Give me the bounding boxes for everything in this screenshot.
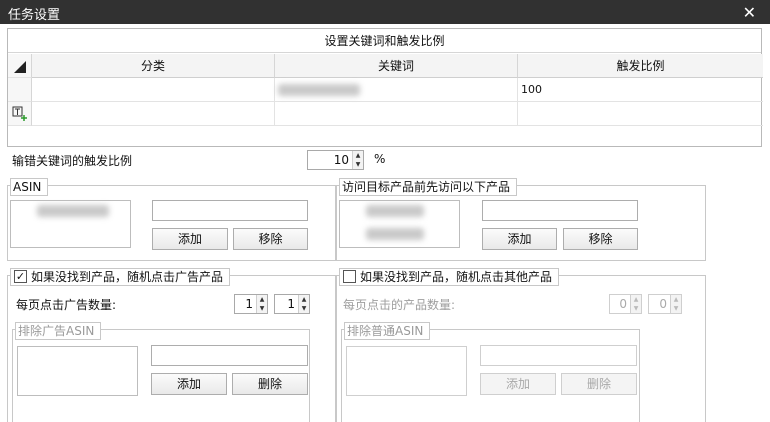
other-count-min-value[interactable]: 0 (610, 295, 630, 313)
exclude-normal-asin-list[interactable] (346, 346, 467, 396)
column-header-ratio[interactable]: 触发比例 (518, 54, 763, 78)
typo-ratio-unit: % (374, 152, 386, 166)
other-click-checkbox-label[interactable]: 如果没找到产品，随机点击其他产品 (360, 270, 552, 284)
spin-down-icon[interactable]: ▼ (353, 160, 363, 169)
other-click-checkbox[interactable] (343, 270, 356, 283)
new-cell-keyword[interactable] (275, 102, 518, 126)
grid-corner[interactable] (8, 54, 32, 78)
asin-group: ASIN 添加 移除 (7, 178, 336, 261)
other-count-max-stepper[interactable]: 0 ▲ ▼ (648, 294, 682, 314)
other-count-min-stepper[interactable]: 0 ▲ ▼ (609, 294, 642, 314)
asin-add-button[interactable]: 添加 (152, 228, 228, 250)
exclude-ad-add-button[interactable]: 添加 (151, 373, 227, 395)
asin-group-legend: ASIN (10, 178, 49, 196)
exclude-ad-asin-input[interactable] (151, 345, 308, 366)
visit-first-legend: 访问目标产品前先访问以下产品 (339, 178, 518, 196)
ad-count-max-value[interactable]: 1 (275, 295, 298, 313)
grid-caption: 设置关键词和触发比例 (8, 29, 761, 53)
exclude-ad-asin-list[interactable] (17, 346, 138, 396)
exclude-normal-asin-input[interactable] (480, 345, 637, 366)
cell-category[interactable] (32, 78, 275, 102)
ad-count-min-value[interactable]: 1 (235, 295, 256, 313)
exclude-ad-delete-button[interactable]: 删除 (232, 373, 308, 395)
exclude-normal-asin-legend: 排除普通ASIN (344, 322, 431, 340)
window-title: 任务设置 (8, 8, 61, 23)
asin-remove-button[interactable]: 移除 (233, 228, 308, 250)
spin-down-icon[interactable]: ▼ (671, 304, 681, 313)
keyword-grid: 设置关键词和触发比例 分类 关键词 触发比例 100 (7, 28, 763, 147)
spin-up-icon[interactable]: ▲ (631, 295, 641, 304)
spin-down-icon[interactable]: ▼ (257, 304, 267, 313)
visit-first-input[interactable] (482, 200, 638, 221)
close-icon[interactable]: ✕ (743, 3, 756, 22)
typo-ratio-label: 输错关键词的触发比例 (12, 154, 133, 168)
redacted-keyword (278, 84, 360, 96)
row-header (8, 78, 32, 102)
visit-first-remove-button[interactable]: 移除 (563, 228, 638, 250)
spin-down-icon[interactable]: ▼ (299, 304, 309, 313)
sort-corner-icon (14, 61, 26, 73)
new-row-icon (12, 106, 27, 121)
redacted-asin (366, 228, 424, 240)
title-bar: 任务设置 ✕ (0, 0, 770, 24)
visit-first-list[interactable] (339, 200, 460, 248)
exclude-normal-delete-button[interactable]: 删除 (561, 373, 637, 395)
exclude-ad-asin-legend: 排除广告ASIN (15, 322, 102, 340)
other-click-legend: 如果没找到产品，随机点击其他产品 (339, 268, 560, 286)
other-count-label: 每页点击的产品数量: (343, 298, 456, 312)
new-cell-category[interactable] (32, 102, 275, 126)
typo-ratio-stepper[interactable]: 10 ▲ ▼ (307, 150, 364, 170)
typo-ratio-value[interactable]: 10 (308, 151, 352, 169)
cell-keyword[interactable] (275, 78, 518, 102)
ad-count-max-stepper[interactable]: 1 ▲ ▼ (274, 294, 310, 314)
ad-click-legend: ✓ 如果没找到产品，随机点击广告产品 (10, 268, 231, 286)
visit-first-group: 访问目标产品前先访问以下产品 添加 移除 (336, 178, 706, 261)
exclude-normal-asin-group: 排除普通ASIN 添加 删除 (341, 322, 640, 422)
cell-ratio[interactable]: 100 (518, 78, 763, 102)
ad-click-group: ✓ 如果没找到产品，随机点击广告产品 每页点击广告数量: 1 ▲ ▼ 1 ▲ ▼ 排… (7, 268, 336, 422)
visit-first-add-button[interactable]: 添加 (482, 228, 557, 250)
exclude-normal-add-button[interactable]: 添加 (480, 373, 556, 395)
other-click-group: 如果没找到产品，随机点击其他产品 每页点击的产品数量: 0 ▲ ▼ 0 ▲ ▼ 排除… (336, 268, 706, 422)
ad-click-checkbox-label[interactable]: 如果没找到产品，随机点击广告产品 (31, 270, 223, 284)
redacted-asin (366, 205, 424, 217)
new-row-header (8, 102, 32, 126)
new-cell-ratio[interactable] (518, 102, 763, 126)
ad-count-label: 每页点击广告数量: (16, 298, 117, 312)
exclude-ad-asin-group: 排除广告ASIN 添加 删除 (12, 322, 310, 422)
redacted-asin (37, 205, 109, 217)
other-count-max-value[interactable]: 0 (649, 295, 670, 313)
spin-down-icon[interactable]: ▼ (631, 304, 641, 313)
column-header-keyword[interactable]: 关键词 (275, 54, 518, 78)
spin-up-icon[interactable]: ▲ (257, 295, 267, 304)
spin-up-icon[interactable]: ▲ (671, 295, 681, 304)
spin-up-icon[interactable]: ▲ (299, 295, 309, 304)
asin-list[interactable] (10, 200, 131, 248)
column-header-category[interactable]: 分类 (32, 54, 275, 78)
ad-click-checkbox[interactable]: ✓ (14, 270, 27, 283)
asin-input[interactable] (152, 200, 308, 221)
ad-count-min-stepper[interactable]: 1 ▲ ▼ (234, 294, 268, 314)
spin-up-icon[interactable]: ▲ (353, 151, 363, 160)
